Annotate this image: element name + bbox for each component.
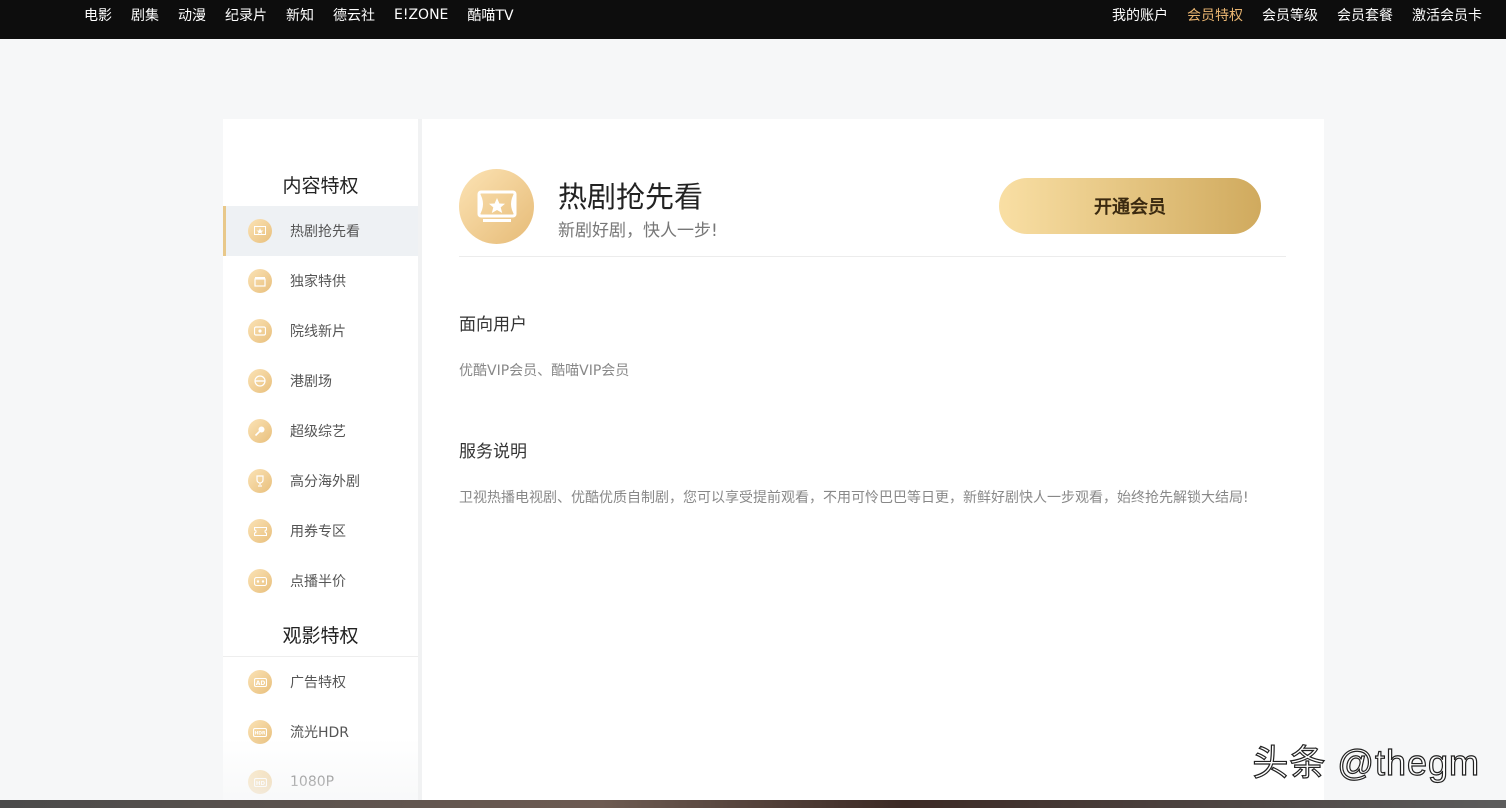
- sidebar-item-label: 院线新片: [290, 324, 346, 340]
- svg-text:HDR: HDR: [255, 730, 267, 736]
- group-title-content: 内容特权: [282, 175, 359, 197]
- section-title-service: 服务说明: [459, 442, 527, 462]
- svg-text:HD: HD: [255, 780, 265, 786]
- watermark: 头条 @thegm: [1252, 741, 1480, 783]
- nav-movies[interactable]: 电影: [84, 5, 112, 25]
- privilege-sidebar: 内容特权 热剧抢先看 独家特供 院线新片 港剧场 超级综艺 高分海外剧 用券专区…: [223, 119, 418, 808]
- nav-member-packages[interactable]: 会员套餐: [1337, 5, 1393, 25]
- stage-icon: [248, 369, 272, 393]
- nav-anime[interactable]: 动漫: [178, 5, 206, 25]
- sidebar-item-half-price[interactable]: 点播半价: [223, 556, 418, 606]
- nav-documentary[interactable]: 纪录片: [225, 5, 267, 25]
- nav-kumiao-tv[interactable]: 酷喵TV: [467, 5, 513, 25]
- sidebar-item-label: 高分海外剧: [290, 474, 360, 490]
- sidebar-item-overseas[interactable]: 高分海外剧: [223, 456, 418, 506]
- theater-icon: [248, 219, 272, 243]
- ticket-icon: [248, 519, 272, 543]
- sidebar-item-variety[interactable]: 超级综艺: [223, 406, 418, 456]
- ad-icon: AD: [248, 670, 272, 694]
- group-title-viewing: 观影特权: [282, 625, 359, 647]
- nav-right-group: 我的账户 会员特权 会员等级 会员套餐 激活会员卡: [1093, 0, 1482, 30]
- nav-member-privileges[interactable]: 会员特权: [1187, 5, 1243, 25]
- svg-text:AD: AD: [255, 680, 265, 687]
- sidebar-item-label: 广告特权: [290, 675, 346, 691]
- page-title: 热剧抢先看: [558, 180, 704, 214]
- hd-icon: HD: [248, 770, 272, 794]
- sidebar-item-coupons[interactable]: 用券专区: [223, 506, 418, 556]
- open-membership-button[interactable]: 开通会员: [999, 178, 1261, 234]
- header-divider: [459, 256, 1286, 257]
- sidebar-item-cinema[interactable]: 院线新片: [223, 306, 418, 356]
- sidebar-item-label: 1080P: [290, 774, 335, 790]
- nav-my-account[interactable]: 我的账户: [1112, 5, 1168, 25]
- background-image-strip: [0, 800, 1506, 808]
- privilege-detail-panel: 热剧抢先看 新剧好剧，快人一步! 开通会员 面向用户 优酷VIP会员、酷喵VIP…: [422, 119, 1324, 808]
- top-nav-bar: 电影 剧集 动漫 纪录片 新知 德云社 E!ZONE 酷喵TV 我的账户 会员特…: [0, 0, 1506, 39]
- sidebar-item-hdr[interactable]: HDR 流光HDR: [223, 707, 418, 757]
- sidebar-item-label: 热剧抢先看: [290, 224, 360, 240]
- page-subtitle: 新剧好剧，快人一步!: [558, 221, 718, 241]
- sidebar-item-ad-free[interactable]: AD 广告特权: [223, 657, 418, 707]
- sidebar-item-exclusive[interactable]: 独家特供: [223, 256, 418, 306]
- theater-icon: [459, 169, 534, 244]
- sidebar-item-label: 超级综艺: [290, 424, 346, 440]
- sidebar-item-label: 港剧场: [290, 374, 332, 390]
- nav-left-group: 电影 剧集 动漫 纪录片 新知 德云社 E!ZONE 酷喵TV: [84, 0, 533, 30]
- sidebar-item-label: 独家特供: [290, 274, 346, 290]
- trophy-icon: [248, 469, 272, 493]
- microphone-icon: [248, 419, 272, 443]
- section-title-audience: 面向用户: [459, 315, 527, 335]
- sidebar-item-label: 流光HDR: [290, 725, 350, 741]
- nav-activate-card[interactable]: 激活会员卡: [1412, 5, 1482, 25]
- nav-knowledge[interactable]: 新知: [286, 5, 314, 25]
- sidebar-item-label: 点播半价: [290, 574, 346, 590]
- sidebar-item-hot-drama[interactable]: 热剧抢先看: [223, 206, 418, 256]
- discount-icon: [248, 569, 272, 593]
- tv-icon: [248, 319, 272, 343]
- section-text-audience: 优酷VIP会员、酷喵VIP会员: [459, 363, 630, 379]
- nav-series[interactable]: 剧集: [131, 5, 159, 25]
- section-text-service: 卫视热播电视剧、优酷优质自制剧，您可以享受提前观看，不用可怜巴巴等日更，新鲜好剧…: [459, 490, 1249, 506]
- sidebar-item-label: 用券专区: [290, 524, 346, 540]
- clapper-icon: [248, 269, 272, 293]
- sidebar-item-hk-drama[interactable]: 港剧场: [223, 356, 418, 406]
- nav-ezone[interactable]: E!ZONE: [394, 7, 448, 23]
- nav-deyunshe[interactable]: 德云社: [333, 5, 375, 25]
- hdr-icon: HDR: [248, 720, 272, 744]
- nav-member-level[interactable]: 会员等级: [1262, 5, 1318, 25]
